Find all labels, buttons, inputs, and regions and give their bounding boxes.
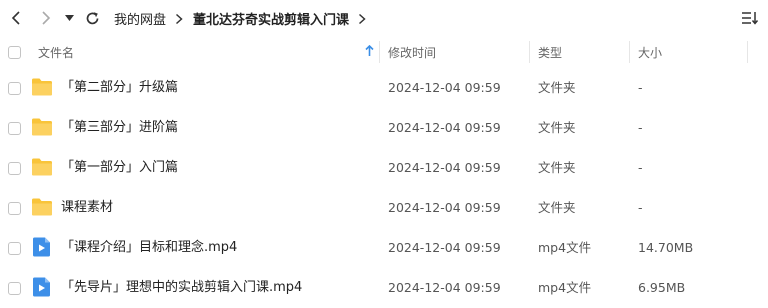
chevron-right-icon[interactable] xyxy=(358,13,366,25)
file-name[interactable]: 「先导片」理想中的实战剪辑入门课.mp4 xyxy=(61,268,302,308)
file-name[interactable]: 「课程介绍」目标和理念.mp4 xyxy=(61,228,237,268)
navigation-bar: 我的网盘 董北达芬奇实战剪辑入门课 xyxy=(0,0,768,36)
breadcrumb-root[interactable]: 我的网盘 xyxy=(114,9,166,28)
column-name-header[interactable]: 文件名 xyxy=(38,37,74,67)
column-divider[interactable] xyxy=(529,41,530,63)
row-checkbox[interactable] xyxy=(8,82,21,95)
breadcrumb-current[interactable]: 董北达芬奇实战剪辑入门课 xyxy=(193,9,349,28)
row-checkbox[interactable] xyxy=(8,162,21,175)
file-type: 文件夹 xyxy=(538,160,576,175)
file-modified-time: 2024-12-04 09:59 xyxy=(388,120,501,135)
file-type: 文件夹 xyxy=(538,200,576,215)
select-all-checkbox[interactable] xyxy=(8,45,21,59)
file-name[interactable]: 「第一部分」入门篇 xyxy=(61,148,178,188)
file-row[interactable]: 「第三部分」进阶篇 2024-12-04 09:59 文件夹 - xyxy=(0,108,768,148)
column-type-header[interactable]: 类型 xyxy=(538,37,562,67)
file-modified-time: 2024-12-04 09:59 xyxy=(388,280,501,295)
file-size: - xyxy=(638,160,643,175)
file-name[interactable]: 「第二部分」升级篇 xyxy=(61,68,178,108)
sort-menu-icon[interactable] xyxy=(740,8,760,28)
file-size: - xyxy=(638,200,643,215)
file-modified-time: 2024-12-04 09:59 xyxy=(388,200,501,215)
video-file-icon xyxy=(33,277,50,297)
file-modified-time: 2024-12-04 09:59 xyxy=(388,240,501,255)
file-modified-time: 2024-12-04 09:59 xyxy=(388,80,501,95)
column-divider[interactable] xyxy=(747,41,748,63)
video-file-icon xyxy=(33,237,50,257)
chevron-right-icon[interactable] xyxy=(36,7,56,29)
file-row[interactable]: 「第二部分」升级篇 2024-12-04 09:59 文件夹 - xyxy=(0,68,768,108)
column-size-header[interactable]: 大小 xyxy=(638,37,662,67)
row-checkbox[interactable] xyxy=(8,282,21,295)
file-size: 14.70MB xyxy=(638,240,694,255)
file-name[interactable]: 「第三部分」进阶篇 xyxy=(61,108,178,148)
row-checkbox[interactable] xyxy=(8,202,21,215)
folder-icon xyxy=(32,198,52,216)
column-divider[interactable] xyxy=(629,41,630,63)
folder-icon xyxy=(32,78,52,96)
file-size: 6.95MB xyxy=(638,280,686,295)
file-type: 文件夹 xyxy=(538,120,576,135)
folder-icon xyxy=(32,158,52,176)
file-modified-time: 2024-12-04 09:59 xyxy=(388,160,501,175)
row-checkbox[interactable] xyxy=(8,122,21,135)
file-row[interactable]: 「课程介绍」目标和理念.mp4 2024-12-04 09:59 mp4文件 1… xyxy=(0,228,768,268)
file-name[interactable]: 课程素材 xyxy=(61,188,113,228)
folder-icon xyxy=(32,118,52,136)
caret-down-icon[interactable] xyxy=(62,7,76,29)
file-type: 文件夹 xyxy=(538,80,576,95)
file-row[interactable]: 「先导片」理想中的实战剪辑入门课.mp4 2024-12-04 09:59 mp… xyxy=(0,268,768,308)
file-size: - xyxy=(638,120,643,135)
column-divider[interactable] xyxy=(379,41,380,63)
column-modified-header[interactable]: 修改时间 xyxy=(388,37,436,67)
file-list-header: 文件名 修改时间 类型 大小 xyxy=(0,37,768,67)
refresh-icon[interactable] xyxy=(82,7,102,29)
file-size: - xyxy=(638,80,643,95)
file-row[interactable]: 课程素材 2024-12-04 09:59 文件夹 - xyxy=(0,188,768,228)
chevron-left-icon[interactable] xyxy=(6,7,26,29)
file-row[interactable]: 「第一部分」入门篇 2024-12-04 09:59 文件夹 - xyxy=(0,148,768,188)
chevron-right-icon xyxy=(175,13,183,25)
breadcrumb: 我的网盘 董北达芬奇实战剪辑入门课 xyxy=(114,9,376,28)
file-type: mp4文件 xyxy=(538,240,592,255)
file-type: mp4文件 xyxy=(538,280,592,295)
row-checkbox[interactable] xyxy=(8,242,21,255)
arrow-up-icon[interactable] xyxy=(365,44,374,60)
